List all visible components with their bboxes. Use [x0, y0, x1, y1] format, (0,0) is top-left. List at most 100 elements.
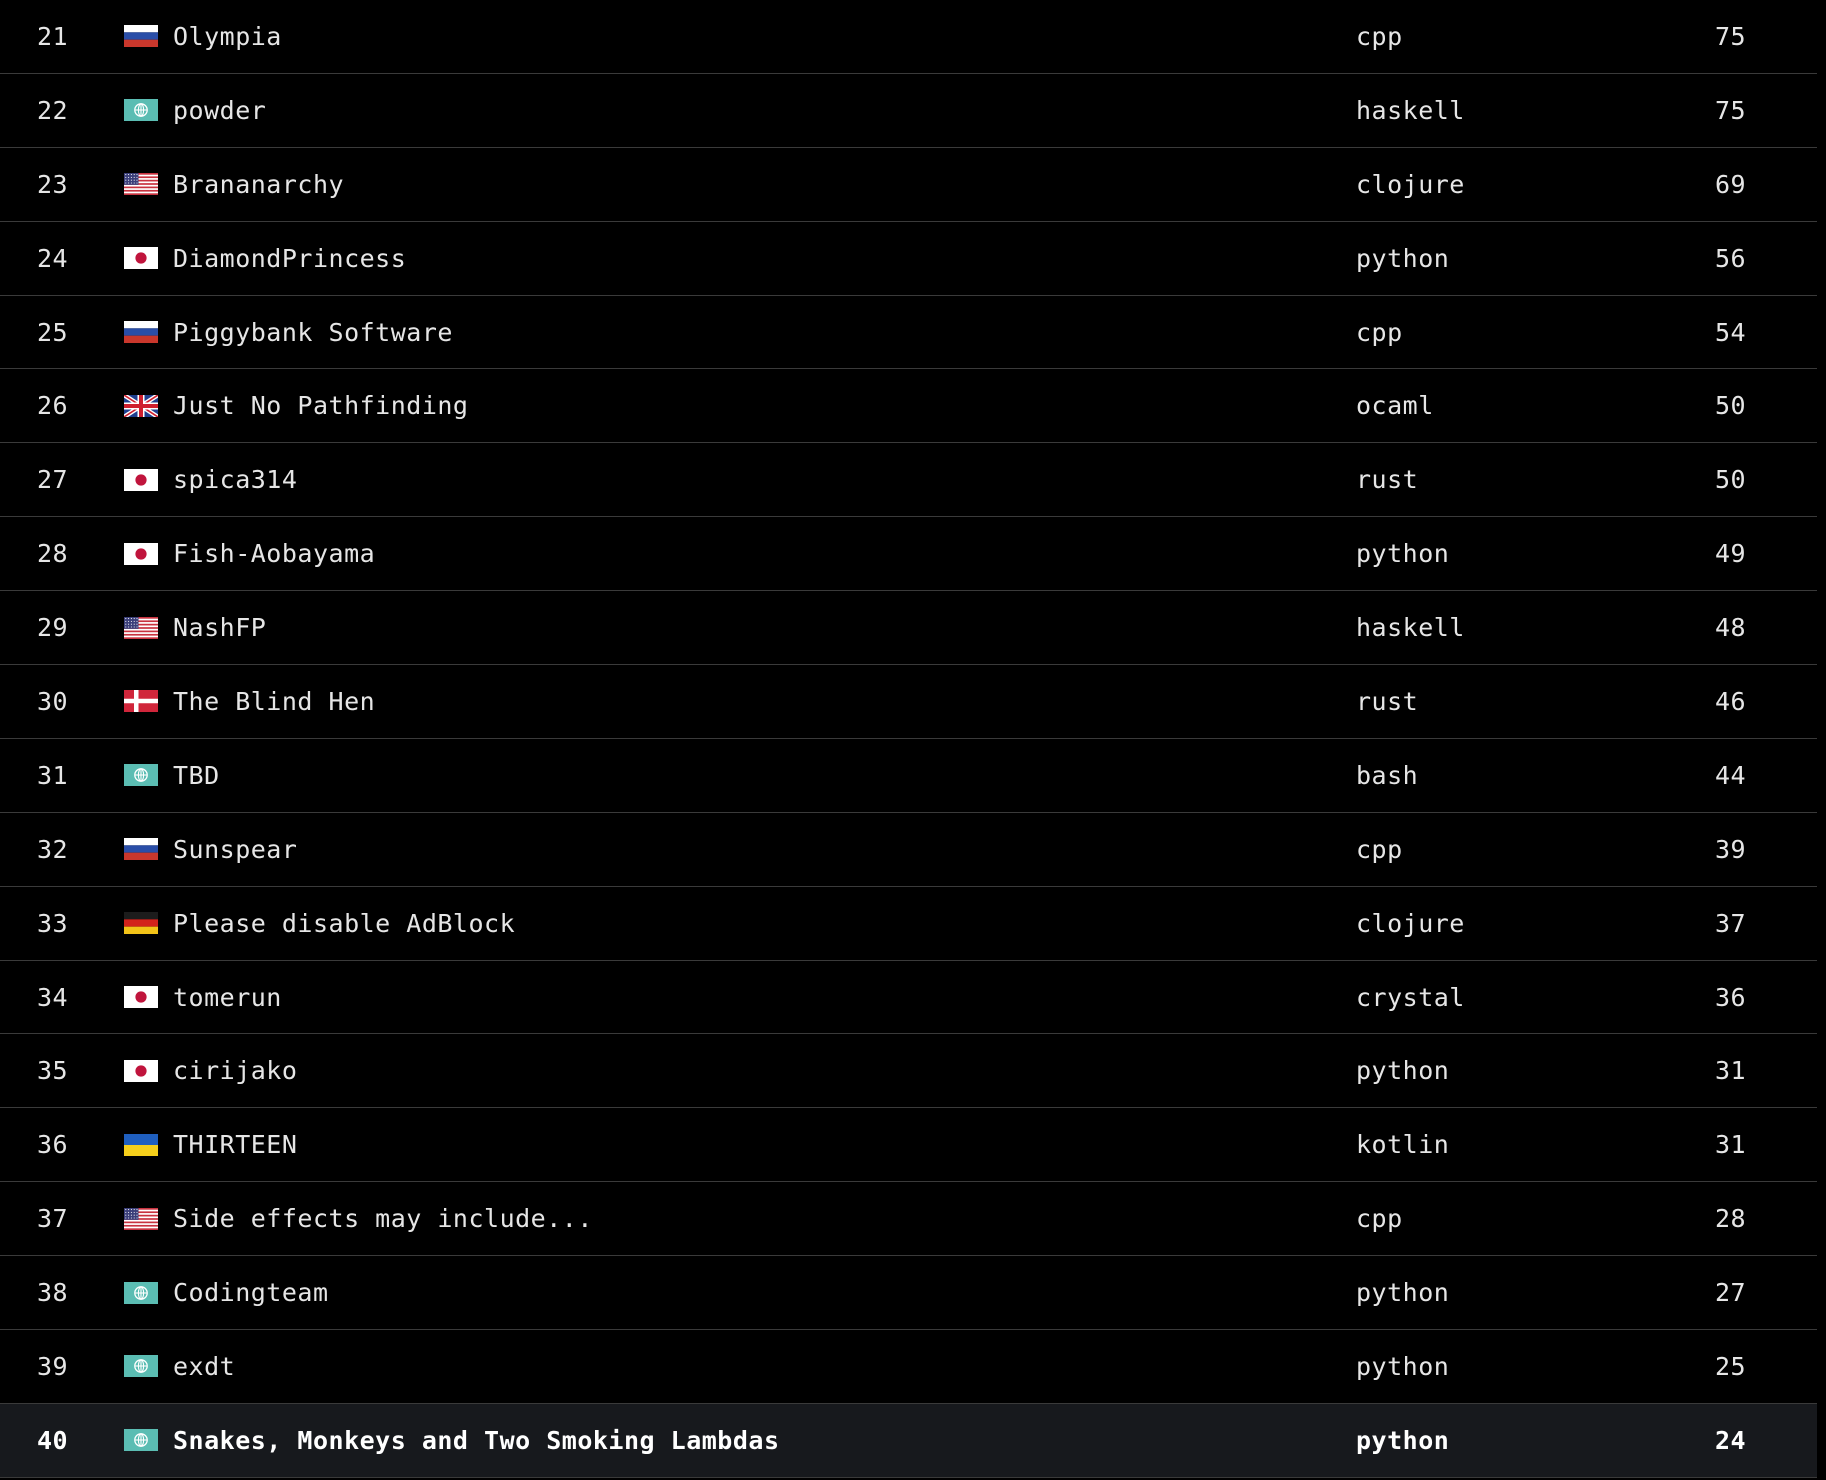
- rank-cell: 33: [37, 908, 69, 938]
- language-cell: clojure: [1356, 908, 1465, 938]
- score-cell: 39: [1715, 834, 1747, 864]
- japan-flag-icon: [124, 1034, 158, 1107]
- table-row[interactable]: 26 Just No Pathfinding ocaml 50: [0, 369, 1817, 444]
- team-name: The Blind Hen: [173, 686, 376, 716]
- team-name: NashFP: [173, 613, 267, 643]
- score-cell: 31: [1715, 1130, 1747, 1160]
- language-cell: cpp: [1356, 317, 1403, 347]
- score-cell: 36: [1715, 982, 1747, 1012]
- usa-flag-icon: [124, 1182, 158, 1255]
- usa-flag-icon: [124, 591, 158, 664]
- language-cell: kotlin: [1356, 1130, 1450, 1160]
- rank-cell: 22: [37, 95, 69, 125]
- language-cell: rust: [1356, 686, 1419, 716]
- rank-cell: 29: [37, 613, 69, 643]
- denmark-flag-icon: [124, 665, 158, 738]
- table-row[interactable]: 25 Piggybank Software cpp 54: [0, 296, 1817, 370]
- rank-cell: 26: [37, 391, 69, 421]
- language-cell: python: [1356, 539, 1450, 569]
- team-name: Just No Pathfinding: [173, 391, 469, 421]
- score-cell: 50: [1715, 391, 1747, 421]
- table-row[interactable]: 34 tomerun crystal 36: [0, 961, 1817, 1035]
- leaderboard-table: 21 Olympia cpp 75 22 powder haskell 75 23 Branana…: [0, 0, 1817, 1478]
- score-cell: 27: [1715, 1278, 1747, 1308]
- language-cell: cpp: [1356, 834, 1403, 864]
- rank-cell: 39: [37, 1351, 69, 1381]
- table-row[interactable]: 32 Sunspear cpp 39: [0, 813, 1817, 887]
- language-cell: haskell: [1356, 95, 1465, 125]
- table-row[interactable]: 35 cirijako python 31: [0, 1034, 1817, 1109]
- uk-flag-icon: [124, 369, 158, 442]
- score-cell: 25: [1715, 1351, 1747, 1381]
- globe-flag-icon: [124, 74, 158, 147]
- team-name: Olympia: [173, 21, 282, 51]
- rank-cell: 40: [37, 1425, 69, 1455]
- table-row[interactable]: 22 powder haskell 75: [0, 74, 1817, 148]
- rank-cell: 25: [37, 317, 69, 347]
- team-name: Please disable AdBlock: [173, 908, 516, 938]
- table-row[interactable]: 29 NashFP haskell 48: [0, 591, 1817, 666]
- score-cell: 28: [1715, 1204, 1747, 1234]
- rank-cell: 35: [37, 1056, 69, 1086]
- score-cell: 37: [1715, 908, 1747, 938]
- team-name: Side effects may include...: [173, 1204, 593, 1234]
- rank-cell: 37: [37, 1204, 69, 1234]
- language-cell: python: [1356, 1425, 1450, 1455]
- language-cell: python: [1356, 1278, 1450, 1308]
- table-row[interactable]: 38 Codingteam python 27: [0, 1256, 1817, 1331]
- russia-flag-icon: [124, 0, 158, 73]
- table-row[interactable]: 30 The Blind Hen rust 46: [0, 665, 1817, 739]
- table-row[interactable]: 23 Brananarchy clojure 69: [0, 148, 1817, 222]
- team-name: powder: [173, 95, 267, 125]
- score-cell: 75: [1715, 95, 1747, 125]
- team-name: Codingteam: [173, 1278, 329, 1308]
- team-name: TBD: [173, 760, 220, 790]
- language-cell: cpp: [1356, 21, 1403, 51]
- score-cell: 56: [1715, 243, 1747, 273]
- score-cell: 24: [1715, 1425, 1747, 1455]
- usa-flag-icon: [124, 148, 158, 221]
- rank-cell: 24: [37, 243, 69, 273]
- team-name: tomerun: [173, 982, 282, 1012]
- language-cell: haskell: [1356, 613, 1465, 643]
- globe-flag-icon: [124, 1256, 158, 1329]
- score-cell: 44: [1715, 760, 1747, 790]
- rank-cell: 31: [37, 760, 69, 790]
- table-row[interactable]: 40 Snakes, Monkeys and Two Smoking Lambda…: [0, 1403, 1817, 1478]
- score-cell: 46: [1715, 686, 1747, 716]
- language-cell: clojure: [1356, 169, 1465, 199]
- rank-cell: 27: [37, 465, 69, 495]
- table-row[interactable]: 37 Side effects may include... cpp 28: [0, 1182, 1817, 1257]
- language-cell: rust: [1356, 465, 1419, 495]
- rank-cell: 38: [37, 1278, 69, 1308]
- rank-cell: 21: [37, 21, 69, 51]
- score-cell: 69: [1715, 169, 1747, 199]
- globe-flag-icon: [124, 1404, 158, 1477]
- score-cell: 75: [1715, 21, 1747, 51]
- rank-cell: 23: [37, 169, 69, 199]
- table-row[interactable]: 33 Please disable AdBlock clojure 37: [0, 887, 1817, 961]
- table-row[interactable]: 21 Olympia cpp 75: [0, 0, 1817, 74]
- table-row[interactable]: 27 spica314 rust 50: [0, 443, 1817, 518]
- team-name: Snakes, Monkeys and Two Smoking Lambdas: [173, 1425, 780, 1455]
- team-name: spica314: [173, 465, 298, 495]
- language-cell: python: [1356, 1056, 1450, 1086]
- rank-cell: 28: [37, 539, 69, 569]
- language-cell: python: [1356, 1351, 1450, 1381]
- team-name: exdt: [173, 1351, 236, 1381]
- score-cell: 50: [1715, 465, 1747, 495]
- team-name: DiamondPrincess: [173, 243, 407, 273]
- table-row[interactable]: 39 exdt python 25: [0, 1330, 1817, 1404]
- table-row[interactable]: 31 TBD bash 44: [0, 739, 1817, 813]
- table-row[interactable]: 24 DiamondPrincess python 56: [0, 222, 1817, 296]
- rank-cell: 30: [37, 686, 69, 716]
- table-row[interactable]: 28 Fish-Aobayama python 49: [0, 517, 1817, 592]
- russia-flag-icon: [124, 296, 158, 369]
- team-name: Fish-Aobayama: [173, 539, 376, 569]
- score-cell: 49: [1715, 539, 1747, 569]
- team-name: cirijako: [173, 1056, 298, 1086]
- globe-flag-icon: [124, 1330, 158, 1403]
- table-row[interactable]: 36 THIRTEEN kotlin 31: [0, 1108, 1817, 1183]
- rank-cell: 34: [37, 982, 69, 1012]
- ukraine-flag-icon: [124, 1108, 158, 1181]
